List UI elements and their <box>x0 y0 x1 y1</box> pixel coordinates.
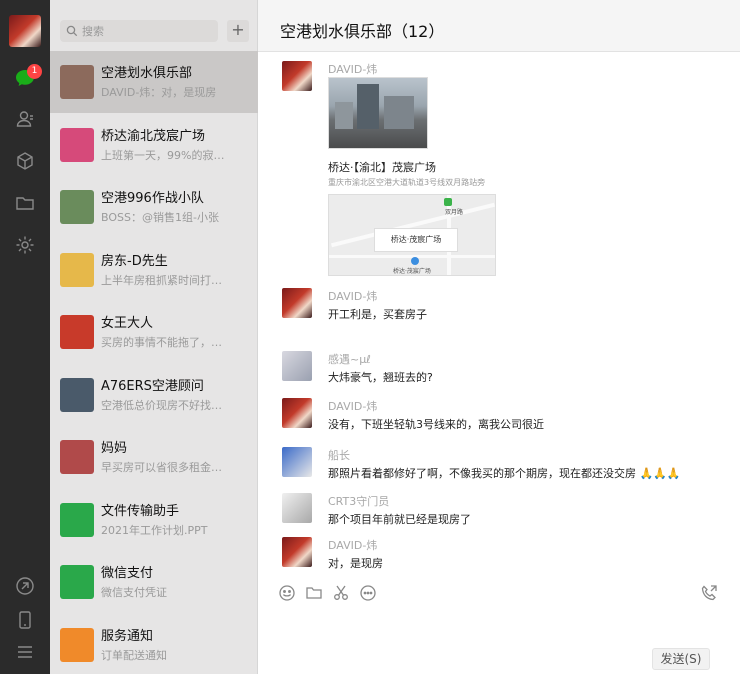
sender-avatar[interactable] <box>282 537 312 567</box>
conversation-item[interactable]: 桥达渝北茂宸广场上班第一天，99%的寂… <box>50 114 258 176</box>
message-sender: 感遇~μℓ <box>328 353 371 366</box>
nav-rail: 1 <box>0 0 50 674</box>
conversation-name: 空港划水俱乐部 <box>101 66 193 81</box>
user-avatar[interactable] <box>9 15 41 47</box>
menu-icon[interactable] <box>13 640 37 664</box>
map-pin-label: 桥达·茂宸广场 <box>374 228 458 252</box>
message-sender: DAVID-炜 <box>328 63 378 76</box>
location-address: 重庆市渝北区空港大道轨道3号线双月路站旁 <box>328 178 486 187</box>
chat-header: 空港划水俱乐部（12） <box>258 0 740 52</box>
conversation-avatar <box>60 565 94 599</box>
conversation-preview: 空港低总价现房不好找… <box>101 398 222 412</box>
settings-icon[interactable] <box>13 233 37 257</box>
message-text[interactable]: 对，是现房 <box>328 555 383 571</box>
folder-icon[interactable] <box>305 584 323 602</box>
sender-avatar[interactable] <box>282 351 312 381</box>
scissors-icon[interactable] <box>332 584 350 602</box>
add-chat-button[interactable]: + <box>227 20 249 42</box>
message-text[interactable]: 没有，下班坐轻轨3号线来的，离我公司很近 <box>328 416 544 432</box>
conversation-item[interactable]: 空港996作战小队 BOSS：@销售1组-小张 <box>50 176 258 238</box>
conversation-name: 房东-D先生 <box>101 253 168 269</box>
conversation-list: + 空港划水俱乐部 DAVID-炜：对，是现房桥达渝北茂宸广场上班第一天，99%的… <box>50 0 258 674</box>
conversation-item[interactable]: 妈妈早买房可以省很多租金… <box>50 426 258 488</box>
conversation-name: 服务通知 <box>101 628 154 644</box>
message-text[interactable]: 开工利是，买套房子 <box>328 306 427 322</box>
message-sender: CRT3守门员 <box>328 495 390 508</box>
unread-badge: 1 <box>27 64 42 79</box>
message-text[interactable]: 那个项目年前就已经是现房了 <box>328 511 471 527</box>
conversation-avatar <box>60 440 94 474</box>
conversation-name: 空港996作战小队 <box>101 191 204 206</box>
conversation-preview: 微信支付凭证 <box>101 586 167 599</box>
location-photo[interactable] <box>328 77 428 149</box>
conversation-avatar <box>60 627 94 662</box>
message-sender: 船长 <box>328 449 350 462</box>
message-text[interactable]: 大炜豪气，翘班去的? <box>328 369 433 385</box>
conversation-item[interactable]: 文件传输助手 2021年工作计划.PPT <box>50 489 258 551</box>
conversation-name: 文件传输助手 <box>101 503 180 519</box>
chat-panel: 空港划水俱乐部（12） DAVID-炜 桥达·【渝北】茂宸广场 重庆市渝北区空港… <box>258 0 740 674</box>
chat-bubble-icon[interactable] <box>359 584 377 602</box>
folder-icon[interactable] <box>13 191 37 215</box>
message-input[interactable] <box>274 614 724 644</box>
conversation-item[interactable]: 女王大人买房的事情不能拖了，… <box>50 301 258 363</box>
location-map[interactable]: 桥达·茂宸广场 双月路 桥达·茂宸广场 <box>328 194 496 276</box>
message-sender: DAVID-炜 <box>328 290 378 303</box>
conversation-name: 微信支付 <box>101 566 154 581</box>
conversation-preview: 2021年工作计划.PPT <box>101 523 208 537</box>
conversation-name: 女王大人 <box>101 316 154 331</box>
sender-avatar[interactable] <box>282 493 312 523</box>
conversation-avatar <box>60 502 94 537</box>
conversation-name: 妈妈 <box>101 441 128 456</box>
contacts-icon[interactable] <box>13 107 37 131</box>
conversation-name: 桥达渝北茂宸广场 <box>101 128 206 144</box>
call-icon[interactable] <box>700 584 718 602</box>
conversation-preview: 早买房可以省很多租金… <box>101 461 222 474</box>
message-text[interactable]: 那照片看着都修好了啊，不像我买的那个期房，现在都还没交房 🙏🙏🙏 <box>328 465 681 481</box>
conversation-preview: 订单配送通知 <box>101 648 167 662</box>
conversation-item[interactable]: 微信支付微信支付凭证 <box>50 551 258 613</box>
conversation-avatar <box>60 190 94 224</box>
map-poi: 双月路 <box>445 209 464 216</box>
chat-title: 空港划水俱乐部（12） <box>280 22 445 41</box>
conversation-item[interactable]: 空港划水俱乐部 DAVID-炜：对，是现房 <box>50 51 258 113</box>
sender-avatar[interactable] <box>282 447 312 477</box>
conversation-avatar <box>60 252 94 287</box>
message-sender: DAVID-炜 <box>328 400 378 413</box>
sender-avatar[interactable] <box>282 398 312 428</box>
conversation-avatar <box>60 127 94 162</box>
search-box[interactable] <box>60 20 218 42</box>
conversation-avatar <box>60 377 94 412</box>
phone-icon[interactable] <box>13 608 37 632</box>
conversation-preview: BOSS：@销售1组-小张 <box>101 211 219 224</box>
sender-avatar[interactable] <box>282 288 312 318</box>
location-title: 桥达·【渝北】茂宸广场 <box>328 161 436 174</box>
conversation-avatar <box>60 315 94 349</box>
emoji-icon[interactable] <box>278 584 296 602</box>
sender-avatar[interactable] <box>282 61 312 91</box>
send-button[interactable]: 发送(S) <box>652 648 710 670</box>
search-input[interactable] <box>82 24 212 38</box>
conversation-preview: 上半年房租抓紧时间打… <box>101 273 222 287</box>
message-area[interactable]: DAVID-炜 桥达·【渝北】茂宸广场 重庆市渝北区空港大道轨道3号线双月路站旁… <box>258 52 740 576</box>
conversation-preview: 买房的事情不能拖了，… <box>101 336 222 349</box>
conversation-item[interactable]: 房东-D先生上半年房租抓紧时间打… <box>50 239 258 301</box>
input-toolbar <box>258 576 740 612</box>
box-icon[interactable] <box>13 149 37 173</box>
message-input-area: 发送(S) <box>258 612 740 674</box>
conversation-name: A76ERS空港顾问 <box>101 378 204 394</box>
metro-icon <box>444 198 452 206</box>
conversation-item[interactable]: A76ERS空港顾问空港低总价现房不好找… <box>50 364 258 426</box>
message-sender: DAVID-炜 <box>328 539 378 552</box>
conversation-preview: DAVID-炜：对，是现房 <box>101 86 217 99</box>
map-poi: 桥达·茂宸广场 <box>393 268 431 275</box>
conversation-preview: 上班第一天，99%的寂… <box>101 148 225 162</box>
conversation-item[interactable]: 服务通知订单配送通知 <box>50 614 258 674</box>
conversation-avatar <box>60 65 94 99</box>
moments-icon[interactable] <box>13 574 37 598</box>
map-pin-icon <box>411 257 419 265</box>
search-icon <box>66 25 78 37</box>
